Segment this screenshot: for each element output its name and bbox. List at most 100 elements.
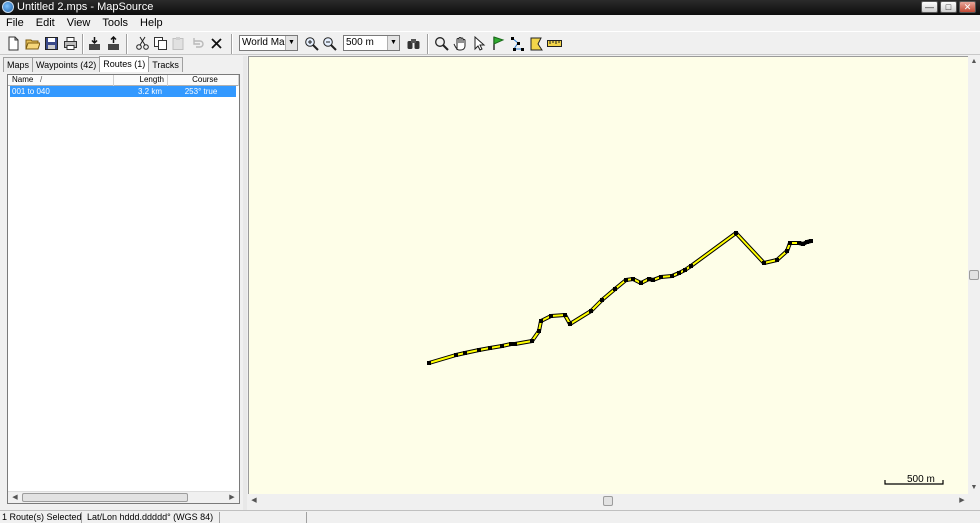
waypoint-marker[interactable] — [537, 329, 541, 333]
waypoint-marker[interactable] — [568, 322, 572, 326]
map-horizontal-scrollbar[interactable]: ◀ ▶ — [248, 494, 968, 508]
map-view[interactable]: 500 m — [248, 56, 968, 494]
waypoint-flag-icon[interactable] — [490, 35, 507, 52]
routes-list[interactable]: Name / Length Course 001 to 040 3.2 km 2… — [7, 74, 240, 504]
column-header-name[interactable]: Name / — [8, 75, 114, 86]
map-product-select[interactable]: World Map ▼ — [239, 35, 298, 51]
waypoint-marker[interactable] — [513, 342, 517, 346]
waypoint-marker[interactable] — [613, 287, 617, 291]
find-binoculars-icon[interactable] — [405, 35, 422, 52]
waypoint-marker[interactable] — [500, 344, 504, 348]
save-icon[interactable] — [43, 35, 60, 52]
chevron-down-icon[interactable]: ▼ — [285, 36, 297, 50]
table-row[interactable]: 001 to 040 3.2 km 253° true — [10, 86, 236, 97]
column-name-label: Name — [12, 75, 34, 84]
tab-tracks[interactable]: Tracks — [148, 57, 183, 72]
menu-file[interactable]: File — [0, 15, 30, 31]
copy-icon[interactable] — [152, 35, 169, 52]
waypoint-marker[interactable] — [477, 348, 481, 352]
select-arrow-icon[interactable] — [471, 35, 488, 52]
new-file-icon[interactable] — [5, 35, 22, 52]
panel-splitter[interactable] — [243, 56, 247, 510]
waypoint-marker[interactable] — [488, 346, 492, 350]
route-canvas — [427, 231, 944, 485]
zoom-scale-value: 500 m — [346, 37, 374, 48]
waypoint-marker[interactable] — [801, 242, 805, 246]
waypoint-marker[interactable] — [677, 271, 681, 275]
receive-from-device-icon[interactable] — [86, 35, 103, 52]
zoom-scale-select[interactable]: 500 m ▼ — [343, 35, 400, 51]
route-line-highlight — [428, 232, 812, 364]
waypoint-marker[interactable] — [639, 281, 643, 285]
scroll-up-arrow-icon[interactable]: ▲ — [968, 56, 980, 68]
status-position-format: Lat/Lon hddd.ddddd° (WGS 84) — [85, 512, 220, 523]
scrollbar-thumb[interactable] — [22, 493, 188, 502]
list-horizontal-scrollbar[interactable]: ◀ ▶ — [8, 491, 239, 503]
scrollbar-thumb[interactable] — [969, 270, 979, 280]
waypoint-marker[interactable] — [454, 353, 458, 357]
tab-waypoints[interactable]: Waypoints (42) — [32, 57, 101, 72]
scroll-down-arrow-icon[interactable]: ▼ — [968, 482, 980, 494]
measure-ruler-icon[interactable] — [546, 35, 563, 52]
route-tool-icon[interactable] — [509, 35, 526, 52]
undo-icon[interactable] — [189, 35, 206, 52]
delete-icon[interactable] — [208, 35, 225, 52]
scroll-right-arrow-icon[interactable]: ▶ — [226, 492, 238, 503]
map-tool-icon[interactable] — [528, 35, 545, 52]
scroll-right-arrow-icon[interactable]: ▶ — [956, 495, 968, 507]
waypoint-marker[interactable] — [659, 275, 663, 279]
route-course-cell: 253° true — [184, 87, 218, 96]
chevron-down-icon[interactable]: ▼ — [387, 36, 399, 50]
scrollbar-thumb[interactable] — [603, 496, 613, 506]
waypoint-marker[interactable] — [785, 249, 789, 253]
menu-help[interactable]: Help — [134, 15, 169, 31]
waypoint-marker[interactable] — [600, 298, 604, 302]
minimize-button[interactable]: — — [921, 1, 938, 13]
tab-routes[interactable]: Routes (1) — [99, 56, 150, 72]
waypoint-marker[interactable] — [463, 351, 467, 355]
waypoint-marker[interactable] — [624, 278, 628, 282]
zoom-in-icon[interactable] — [303, 35, 320, 52]
close-button[interactable]: ✕ — [959, 1, 976, 13]
waypoint-marker[interactable] — [647, 277, 651, 281]
waypoint-marker[interactable] — [651, 278, 655, 282]
menu-bar: File Edit View Tools Help — [0, 15, 980, 31]
waypoint-marker[interactable] — [805, 240, 809, 244]
menu-tools[interactable]: Tools — [96, 15, 134, 31]
waypoint-marker[interactable] — [734, 231, 738, 235]
send-to-device-icon[interactable] — [105, 35, 122, 52]
maximize-button[interactable]: □ — [940, 1, 957, 13]
waypoint-marker[interactable] — [563, 313, 567, 317]
zoom-tool-icon[interactable] — [433, 35, 450, 52]
waypoint-marker[interactable] — [775, 258, 779, 262]
open-folder-icon[interactable] — [24, 35, 41, 52]
tab-maps[interactable]: Maps — [3, 57, 34, 72]
scroll-corner — [968, 494, 980, 508]
waypoint-marker[interactable] — [809, 239, 813, 243]
print-icon[interactable] — [62, 35, 79, 52]
pan-hand-icon[interactable] — [452, 35, 469, 52]
zoom-out-icon[interactable] — [321, 35, 338, 52]
column-header-course[interactable]: Course — [168, 75, 239, 86]
scroll-left-arrow-icon[interactable]: ◀ — [9, 492, 21, 503]
waypoint-marker[interactable] — [762, 261, 766, 265]
waypoint-marker[interactable] — [788, 241, 792, 245]
waypoint-marker[interactable] — [670, 274, 674, 278]
paste-icon[interactable] — [170, 35, 187, 52]
waypoint-marker[interactable] — [797, 241, 801, 245]
waypoint-marker[interactable] — [530, 339, 534, 343]
waypoint-marker[interactable] — [689, 264, 693, 268]
menu-view[interactable]: View — [61, 15, 97, 31]
waypoint-marker[interactable] — [509, 342, 513, 346]
waypoint-marker[interactable] — [427, 361, 431, 365]
waypoint-marker[interactable] — [589, 309, 593, 313]
waypoint-marker[interactable] — [539, 319, 543, 323]
cut-icon[interactable] — [134, 35, 151, 52]
waypoint-marker[interactable] — [549, 314, 553, 318]
menu-edit[interactable]: Edit — [30, 15, 61, 31]
waypoint-marker[interactable] — [631, 277, 635, 281]
column-header-length[interactable]: Length — [114, 75, 168, 86]
waypoint-marker[interactable] — [683, 268, 687, 272]
map-vertical-scrollbar[interactable]: ▲ ▼ — [968, 56, 980, 494]
scroll-left-arrow-icon[interactable]: ◀ — [248, 495, 260, 507]
